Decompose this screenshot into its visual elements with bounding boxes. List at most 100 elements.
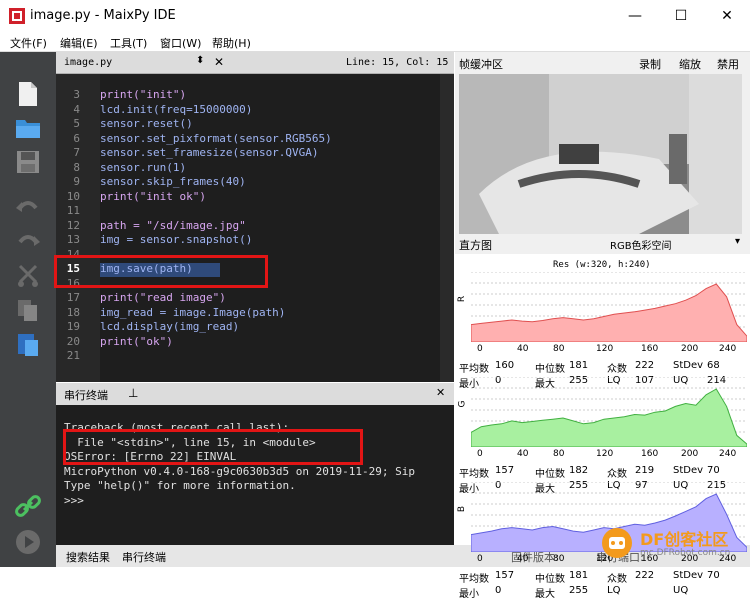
code-line[interactable]: img = sensor.snapshot() (100, 233, 252, 246)
connect-icon[interactable] (14, 492, 42, 520)
channel-label: R (457, 295, 468, 303)
framebuffer-header: 帧缓冲区 录制 缩放 禁用 (455, 52, 750, 74)
save-icon[interactable] (14, 148, 42, 176)
resolution-label: Res (w:320, h:240) (553, 260, 651, 270)
code-line[interactable]: sensor.skip_frames(40) (100, 175, 246, 188)
serial-tab-bar: 串行终端 ⊥ ✕ (56, 383, 454, 405)
histogram-title: 直方图 (459, 239, 492, 252)
stat-stdev: 70 (707, 465, 720, 476)
minimize-button[interactable]: — (612, 0, 658, 32)
tick-label: 40 (517, 344, 529, 354)
stat-mode-label: 众数 (607, 364, 627, 375)
stat-median: 181 (569, 570, 589, 581)
open-folder-icon[interactable] (14, 114, 42, 142)
stat-stdev-label: StDev (673, 465, 704, 476)
stat-stdev-label: StDev (673, 570, 704, 581)
editor-tab[interactable]: image.py (64, 57, 112, 68)
disable-button[interactable]: 禁用 (717, 56, 739, 72)
stat-median: 181 (569, 360, 589, 371)
tick-label: 80 (553, 554, 565, 564)
tick-label: 160 (641, 449, 659, 459)
title-bar: image.py - MaixPy IDE — ☐ ✕ (0, 0, 750, 32)
code-line[interactable]: print("init") (100, 88, 186, 101)
close-icon[interactable]: ✕ (214, 55, 224, 69)
watermark: DF创客社区 mc.DFRobot.com.cn (600, 524, 745, 562)
line-number: 21 (66, 349, 80, 362)
code-line[interactable]: sensor.set_framesize(sensor.QVGA) (100, 146, 319, 159)
code-line[interactable]: print("ok") (100, 335, 173, 348)
stat-max: 255 (569, 585, 589, 596)
line-number: 3 (73, 88, 80, 101)
chevron-down-icon[interactable]: ▾ (735, 236, 740, 247)
channel-label: G (457, 400, 468, 408)
zoom-button[interactable]: 缩放 (679, 56, 701, 72)
undo-icon[interactable] (14, 194, 42, 222)
cut-icon[interactable] (14, 262, 42, 290)
code-line[interactable]: path = "/sd/image.jpg" (100, 219, 246, 232)
menu-tools[interactable]: 工具(T) (110, 35, 147, 51)
menu-window[interactable]: 窗口(W) (160, 35, 201, 51)
tick-label: 0 (477, 344, 483, 354)
close-button[interactable]: ✕ (704, 0, 750, 32)
menu-help[interactable]: 帮助(H) (212, 35, 251, 51)
tick-label: 80 (553, 449, 565, 459)
stat-mean-label: 平均数 (459, 574, 489, 585)
tick-label: 160 (641, 344, 659, 354)
tab-serial-terminal[interactable]: 串行终端 (122, 549, 166, 565)
line-number: 20 (66, 334, 80, 348)
stat-median-label: 中位数 (535, 574, 565, 585)
code-line[interactable]: img_read = image.Image(path) (100, 306, 285, 319)
code-line[interactable]: lcd.init(freq=15000000) (100, 103, 252, 116)
line-number: 4 (73, 102, 80, 116)
tick-label: 0 (477, 554, 483, 564)
line-gutter: 3 4 5 6 7 8 9 10 11 12 13 14 15 16 17 18 19 20 21 (56, 74, 100, 382)
redo-icon[interactable] (14, 228, 42, 256)
tick-label: 40 (517, 449, 529, 459)
line-number: 5 (73, 117, 80, 130)
histogram-r-chart (470, 271, 748, 343)
code-line[interactable]: sensor.reset() (100, 117, 193, 130)
stat-mode: 222 (635, 570, 655, 581)
framebuffer-image (459, 74, 742, 234)
code-line[interactable]: print("read image") (100, 291, 226, 304)
stat-mode-label: 众数 (607, 469, 627, 480)
code-line[interactable]: print("init ok") (100, 190, 206, 203)
chevron-down-icon[interactable]: ⬍ (196, 55, 204, 66)
clear-icon[interactable]: ⊥ (128, 386, 138, 400)
code-line[interactable]: sensor.run(1) (100, 161, 186, 174)
serial-terminal[interactable]: Traceback (most recent call last): File … (56, 405, 454, 545)
histogram-header: 直方图 RGB色彩空间 ▾ (455, 234, 750, 254)
stat-mean: 157 (495, 570, 515, 581)
new-file-icon[interactable] (14, 80, 42, 108)
tick-label: 40 (517, 554, 529, 564)
menu-file[interactable]: 文件(F) (10, 35, 47, 51)
watermark-text: DF创客社区 (640, 530, 729, 549)
colorspace-select[interactable]: RGB色彩空间 (610, 237, 672, 252)
stat-stdev: 70 (707, 570, 720, 581)
serial-line: Type "help()" for more information. (64, 479, 296, 492)
line-number: 11 (66, 204, 80, 217)
stat-mean: 160 (495, 360, 515, 371)
line-number: 9 (73, 175, 80, 188)
code-line[interactable]: lcd.display(img_read) (100, 320, 239, 333)
code-line[interactable]: sensor.set_pixformat(sensor.RGB565) (100, 132, 332, 145)
highlight-box-code (54, 255, 268, 288)
menu-bar: 文件(F) 编辑(E) 工具(T) 窗口(W) 帮助(H) (0, 32, 750, 52)
stat-uq-label: UQ (673, 585, 689, 596)
close-icon[interactable]: ✕ (436, 386, 445, 399)
line-number: 6 (73, 131, 80, 145)
menu-edit[interactable]: 编辑(E) (60, 35, 98, 51)
stat-mode-label: 众数 (607, 574, 627, 585)
record-button[interactable]: 录制 (639, 56, 661, 72)
tab-search-results[interactable]: 搜索结果 (66, 549, 110, 565)
paste-icon[interactable] (14, 330, 42, 358)
code-editor[interactable]: 3 4 5 6 7 8 9 10 11 12 13 14 15 16 17 18 19 20 21 print("i… (56, 74, 454, 382)
histogram-g-chart (470, 376, 748, 448)
stat-mode: 222 (635, 360, 655, 371)
framebuffer-title: 帧缓冲区 (459, 58, 503, 71)
copy-icon[interactable] (14, 296, 42, 324)
app-icon (9, 8, 25, 24)
run-icon[interactable] (14, 528, 42, 556)
editor-scrollbar[interactable] (440, 74, 454, 382)
maximize-button[interactable]: ☐ (658, 0, 704, 32)
